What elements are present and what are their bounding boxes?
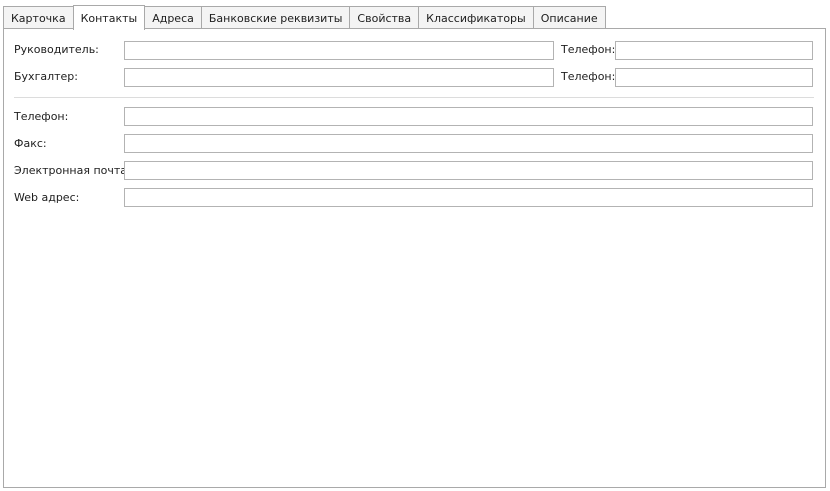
tab-addresses[interactable]: Адреса [144, 6, 202, 29]
tab-strip: Карточка Контакты Адреса Банковские рекв… [3, 5, 606, 30]
tab-description[interactable]: Описание [532, 6, 606, 29]
accountant-phone-label: Телефон: [561, 70, 616, 83]
accountant-label: Бухгалтер: [14, 70, 78, 83]
web-address-label: Web адрес: [14, 191, 80, 204]
email-label: Электронная почта: [14, 164, 131, 177]
email-input[interactable] [124, 161, 813, 180]
director-phone-input[interactable] [615, 41, 813, 60]
accountant-phone-input[interactable] [615, 68, 813, 87]
director-phone-label: Телефон: [561, 43, 616, 56]
director-label: Руководитель: [14, 43, 99, 56]
tab-card[interactable]: Карточка [3, 6, 74, 29]
web-address-input[interactable] [124, 188, 813, 207]
contacts-panel: Руководитель: Телефон: Бухгалтер: Телефо… [3, 28, 826, 488]
tab-properties[interactable]: Свойства [349, 6, 420, 29]
fax-label: Факс: [14, 137, 47, 150]
director-input[interactable] [124, 41, 554, 60]
phone-input[interactable] [124, 107, 813, 126]
tab-bank-details[interactable]: Банковские реквизиты [200, 6, 351, 29]
separator [14, 97, 814, 98]
fax-input[interactable] [124, 134, 813, 153]
tab-classifiers[interactable]: Классификаторы [418, 6, 534, 29]
accountant-input[interactable] [124, 68, 554, 87]
tab-contacts[interactable]: Контакты [72, 5, 146, 30]
contacts-window: Карточка Контакты Адреса Банковские рекв… [0, 0, 830, 491]
phone-label: Телефон: [14, 110, 69, 123]
